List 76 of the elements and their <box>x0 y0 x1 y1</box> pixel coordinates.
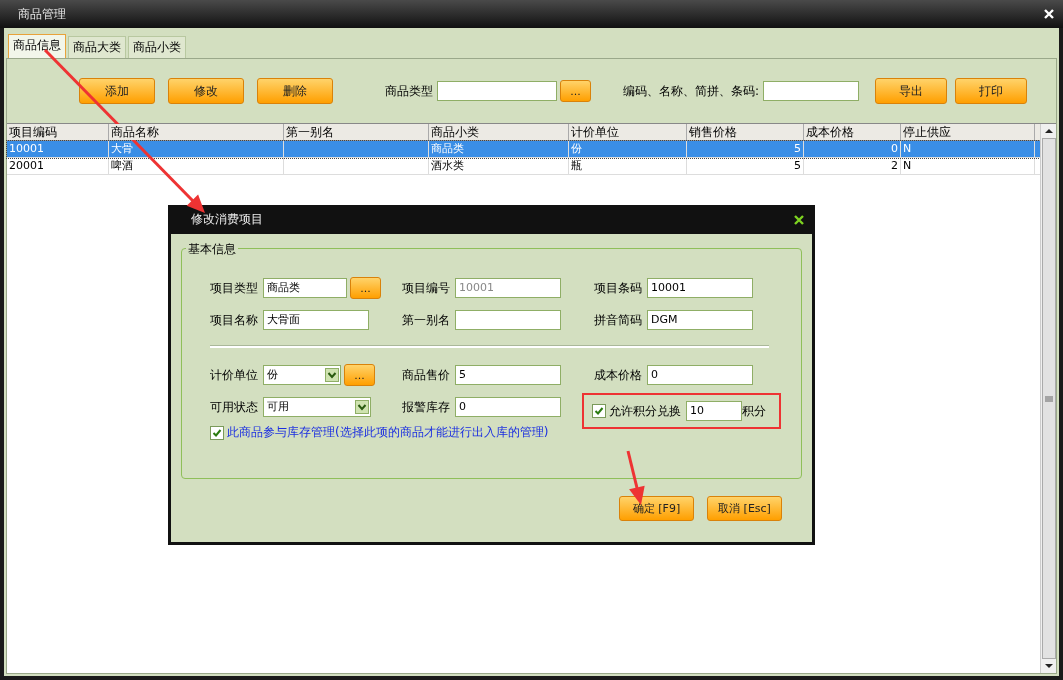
dialog-button[interactable]: 确定 [F9] <box>619 496 694 521</box>
field-label: 商品售价 <box>402 366 450 384</box>
table-row[interactable]: 20001 啤酒 酒水类 瓶 5 2 N <box>7 158 1040 175</box>
table-cell: 5 <box>794 159 801 172</box>
tab[interactable]: 商品大类 <box>68 36 126 58</box>
close-icon[interactable] <box>794 214 804 225</box>
field-label: 项目编号 <box>402 279 450 297</box>
points-field[interactable]: 10 <box>686 401 742 421</box>
field-label: 可用状态 <box>210 398 258 416</box>
type-filter-field[interactable] <box>437 81 557 101</box>
search-field[interactable] <box>763 81 860 101</box>
column-header[interactable]: 第一别名 <box>284 124 429 140</box>
grip-icon <box>1044 394 1053 403</box>
column-header[interactable]: 商品小类 <box>429 124 569 140</box>
field-label: 项目名称 <box>210 311 258 329</box>
text-field[interactable]: 10001 <box>455 278 561 298</box>
toolbar-button[interactable]: 删除 <box>257 78 333 104</box>
table-cell: 2 <box>891 159 898 172</box>
text-field[interactable]: 0 <box>455 397 561 417</box>
field-label: 拼音简码 <box>594 311 642 329</box>
column-header[interactable]: 项目编码 <box>7 124 109 140</box>
table-cell: 0 <box>891 142 898 155</box>
text-field[interactable] <box>455 310 561 330</box>
tab[interactable]: 商品信息 <box>8 34 66 58</box>
table-cell: 5 <box>794 142 801 155</box>
column-header[interactable]: 停止供应 <box>901 124 1035 140</box>
text-field[interactable]: 商品类 <box>263 278 347 298</box>
table-cell: 大骨 <box>111 142 133 155</box>
text-field[interactable]: 0 <box>647 365 753 385</box>
toolbar-button[interactable]: 导出 <box>875 78 948 104</box>
table-cell: 啤酒 <box>111 159 133 172</box>
table-cell: 酒水类 <box>431 159 464 172</box>
field-label: 成本价格 <box>594 366 642 384</box>
group-title: 基本信息 <box>186 241 238 258</box>
browse-button[interactable]: ... <box>350 277 381 299</box>
dropdown[interactable]: 可用 <box>263 397 371 417</box>
table-cell: 10001 <box>9 142 44 155</box>
text-field[interactable]: 大骨面 <box>263 310 369 330</box>
toolbar-button[interactable]: 修改 <box>168 78 244 104</box>
tab[interactable]: 商品小类 <box>128 36 186 58</box>
checkbox[interactable] <box>592 404 606 418</box>
field-label: 项目类型 <box>210 279 258 297</box>
toolbar-button[interactable]: 打印 <box>955 78 1028 104</box>
dialog-button[interactable]: 取消 [Esc] <box>707 496 782 521</box>
field-label: 报警库存 <box>402 398 450 416</box>
scroll-down-icon[interactable] <box>1044 663 1053 669</box>
dialog-title: 修改消费项目 <box>191 211 263 228</box>
dropdown[interactable]: 份 <box>263 365 341 385</box>
column-header[interactable]: 计价单位 <box>569 124 687 140</box>
table-cell: 份 <box>571 142 582 155</box>
toolbar-button[interactable]: 添加 <box>79 78 155 104</box>
search-label: 编码、名称、简拼、条码: <box>623 82 760 100</box>
browse-button[interactable]: ... <box>344 364 375 386</box>
field-label: 项目条码 <box>594 279 642 297</box>
table-cell: N <box>903 142 912 155</box>
checkbox-label: 允许积分兑换 <box>609 402 681 420</box>
browse-button[interactable]: ... <box>560 80 591 102</box>
field-label: 计价单位 <box>210 366 258 384</box>
table-cell: 20001 <box>9 159 44 172</box>
column-header[interactable]: 销售价格 <box>687 124 804 140</box>
text-field[interactable]: DGM <box>647 310 753 330</box>
scroll-up-icon[interactable] <box>1044 128 1053 134</box>
checkbox[interactable] <box>210 425 224 440</box>
column-header[interactable]: 商品名称 <box>109 124 284 140</box>
unit-label: 积分 <box>742 402 766 420</box>
window-title: 商品管理 <box>18 5 66 23</box>
table-cell: 商品类 <box>431 142 464 155</box>
text-field[interactable]: 5 <box>455 365 561 385</box>
field-label: 第一别名 <box>402 311 450 329</box>
text-field[interactable]: 10001 <box>647 278 753 298</box>
checkbox-label: 此商品参与库存管理(选择此项的商品才能进行出入库的管理) <box>227 424 549 441</box>
table-cell: 瓶 <box>571 159 582 172</box>
type-filter-label: 商品类型 <box>385 82 433 100</box>
annotation-arrow <box>626 450 645 505</box>
column-header[interactable]: 成本价格 <box>804 124 901 140</box>
table-cell: N <box>903 159 912 172</box>
